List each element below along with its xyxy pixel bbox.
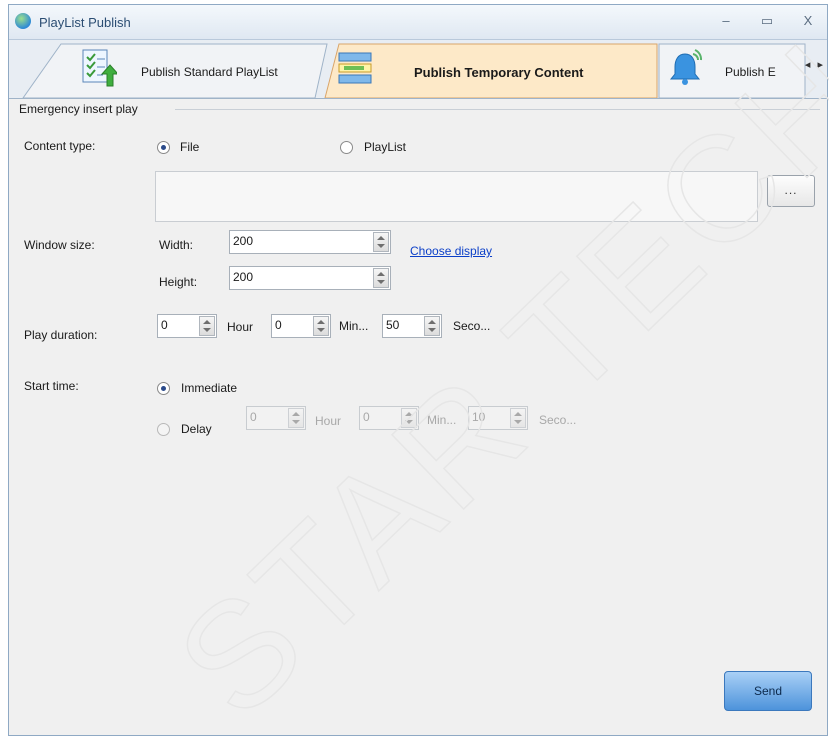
start-time-label: Start time: (24, 379, 79, 393)
duration-sec-stepper[interactable]: 50 (382, 314, 442, 338)
height-stepper[interactable]: 200 (229, 266, 391, 290)
tab-label: Publish Temporary Content (414, 65, 584, 80)
tab-scroll-arrows: ◂ ▸ (805, 58, 823, 71)
delay-min-unit: Min... (427, 413, 457, 427)
file-radio[interactable] (157, 141, 170, 154)
delay-hour-unit: Hour (315, 414, 342, 428)
immediate-radio-label: Immediate (181, 381, 238, 395)
browse-button[interactable]: ... (767, 175, 815, 207)
spin-arrows-icon[interactable] (510, 408, 526, 428)
app-globe-icon (15, 13, 31, 29)
spin-arrows-icon[interactable] (373, 268, 389, 288)
delay-radio[interactable] (157, 423, 170, 436)
tab-label: Publish E (725, 65, 776, 79)
tab-scroll-right-icon[interactable]: ▸ (817, 59, 823, 71)
delay-min-stepper[interactable]: 0 (359, 406, 419, 430)
delay-sec-value: 10 (472, 410, 486, 424)
tab-scroll-left-icon[interactable]: ◂ (805, 59, 811, 71)
delay-sec-stepper[interactable]: 10 (468, 406, 528, 430)
choose-display-link[interactable]: Choose display (410, 244, 492, 258)
delay-hour-value: 0 (250, 410, 257, 424)
temporary-content-icon (338, 52, 372, 84)
spin-arrows-icon[interactable] (401, 408, 417, 428)
spin-arrows-icon[interactable] (199, 316, 215, 336)
duration-sec-unit: Seco... (453, 319, 491, 333)
file-radio-label: File (180, 140, 200, 154)
section-title: Emergency insert play (19, 102, 138, 116)
duration-sec-value: 50 (386, 318, 400, 332)
width-label: Width: (159, 238, 194, 252)
spin-arrows-icon[interactable] (373, 232, 389, 252)
window-title: PlayList Publish (39, 15, 131, 30)
tab-publish-standard-playlist[interactable]: Publish Standard PlayList (29, 44, 319, 96)
height-label: Height: (159, 275, 198, 289)
playlist-radio-label: PlayList (364, 140, 407, 154)
duration-hour-value: 0 (161, 318, 168, 332)
maximize-button[interactable]: ▭ (756, 11, 778, 31)
delay-hour-stepper[interactable]: 0 (246, 406, 306, 430)
close-button[interactable]: X (797, 11, 819, 31)
bell-icon (669, 49, 703, 85)
file-path-field[interactable] (155, 171, 758, 222)
height-value: 200 (233, 270, 254, 284)
duration-min-value: 0 (275, 318, 282, 332)
tab-publish-e[interactable]: Publish E (659, 44, 784, 96)
title-bar: PlayList Publish – ▭ X (9, 5, 827, 40)
width-value: 200 (233, 234, 254, 248)
content-type-label: Content type: (24, 139, 96, 153)
spin-arrows-icon[interactable] (288, 408, 304, 428)
delay-radio-label: Delay (181, 422, 212, 436)
width-stepper[interactable]: 200 (229, 230, 391, 254)
playlist-radio[interactable] (340, 141, 353, 154)
spin-arrows-icon[interactable] (424, 316, 440, 336)
duration-hour-stepper[interactable]: 0 (157, 314, 217, 338)
tab-strip: Publish Standard PlayList Publish Tempor… (9, 40, 827, 99)
window-size-label: Window size: (24, 238, 95, 252)
duration-min-stepper[interactable]: 0 (271, 314, 331, 338)
playlist-publish-window: PlayList Publish – ▭ X Publish Standard … (8, 4, 828, 736)
delay-sec-unit: Seco... (539, 413, 577, 427)
checklist-upload-icon (82, 49, 117, 87)
duration-hour-unit: Hour (227, 320, 254, 334)
tab-publish-temporary-content[interactable]: Publish Temporary Content (329, 44, 654, 96)
minimize-button[interactable]: – (715, 11, 737, 31)
play-duration-label: Play duration: (24, 328, 98, 342)
send-button[interactable]: Send (724, 671, 812, 711)
spin-arrows-icon[interactable] (313, 316, 329, 336)
delay-min-value: 0 (363, 410, 370, 424)
section-divider (175, 109, 820, 110)
tab-label: Publish Standard PlayList (141, 65, 278, 79)
duration-min-unit: Min... (339, 319, 369, 333)
immediate-radio[interactable] (157, 382, 170, 395)
